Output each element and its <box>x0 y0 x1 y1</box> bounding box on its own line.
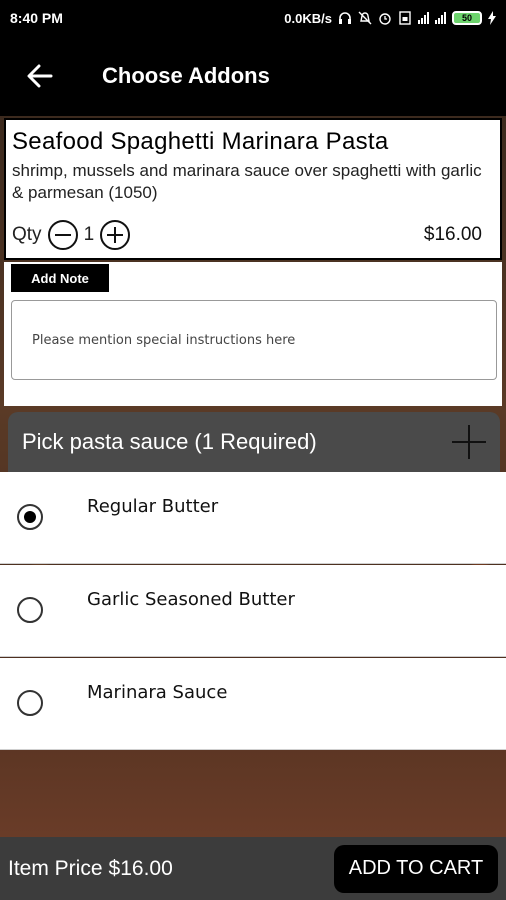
minus-icon <box>54 234 71 236</box>
back-button[interactable] <box>0 36 80 116</box>
section-title: Pick pasta sauce (1 Required) <box>22 429 317 454</box>
network-speed: 0.0KB/s <box>284 10 332 26</box>
bottom-bar: Item Price $16.00 ADD TO CART <box>0 837 506 900</box>
signal-icon <box>435 12 446 24</box>
product-name: Seafood Spaghetti Marinara Pasta <box>12 128 389 155</box>
qty-value: 1 <box>83 224 95 245</box>
status-bar: 8:40 PM 0.0KB/s 50 <box>0 0 506 36</box>
special-instructions-input[interactable]: Please mention special instructions here <box>11 300 497 380</box>
plus-icon-v <box>114 227 117 243</box>
addon-options-list: Regular Butter Garlic Seasoned Butter Ma… <box>0 472 506 750</box>
back-arrow-icon[interactable] <box>27 64 53 88</box>
option-label: Marinara Sauce <box>87 682 228 703</box>
addon-section-header[interactable]: Pick pasta sauce (1 Required) <box>8 412 500 472</box>
headphones-icon <box>339 12 351 24</box>
item-price-value: $16.00 <box>108 856 173 880</box>
add-to-cart-button[interactable]: ADD TO CART <box>334 844 498 893</box>
option-marinara-sauce[interactable]: Marinara Sauce <box>0 658 506 750</box>
battery-icon: 50 <box>452 11 482 25</box>
signal-4g-icon <box>418 12 429 24</box>
plus-icon[interactable] <box>452 425 486 459</box>
option-label: Regular Butter <box>87 496 219 517</box>
product-description: shrimp, mussels and marinara sauce over … <box>12 161 482 202</box>
item-price-label: Item Price <box>8 856 103 880</box>
increase-qty-button[interactable] <box>100 220 131 250</box>
radio-unselected[interactable] <box>17 690 43 716</box>
product-price: $16.00 <box>423 224 482 245</box>
product-card: Seafood Spaghetti Marinara Pasta shrimp,… <box>4 118 502 260</box>
status-time: 8:40 PM <box>10 10 63 26</box>
alarm-icon <box>379 13 391 25</box>
item-price: Item Price $16.00 <box>8 857 173 881</box>
quantity-row: Qty 1 $16.00 <box>12 220 482 250</box>
note-card: Add Note Please mention special instruct… <box>4 262 502 406</box>
status-icons: 0.0KB/s 50 <box>284 11 496 26</box>
option-regular-butter[interactable]: Regular Butter <box>0 472 506 564</box>
decrease-qty-button[interactable] <box>47 220 78 250</box>
qty-label: Qty <box>12 224 42 245</box>
app-bar: Choose Addons <box>0 36 506 116</box>
charging-icon <box>488 11 496 25</box>
radio-selected[interactable] <box>17 504 43 530</box>
radio-unselected[interactable] <box>17 597 43 623</box>
mute-icon <box>358 11 372 25</box>
add-note-label: Add Note <box>11 264 109 292</box>
option-garlic-seasoned-butter[interactable]: Garlic Seasoned Butter <box>0 565 506 657</box>
page-title: Choose Addons <box>102 63 270 88</box>
option-label: Garlic Seasoned Butter <box>87 589 295 610</box>
sim-icon <box>399 11 411 25</box>
